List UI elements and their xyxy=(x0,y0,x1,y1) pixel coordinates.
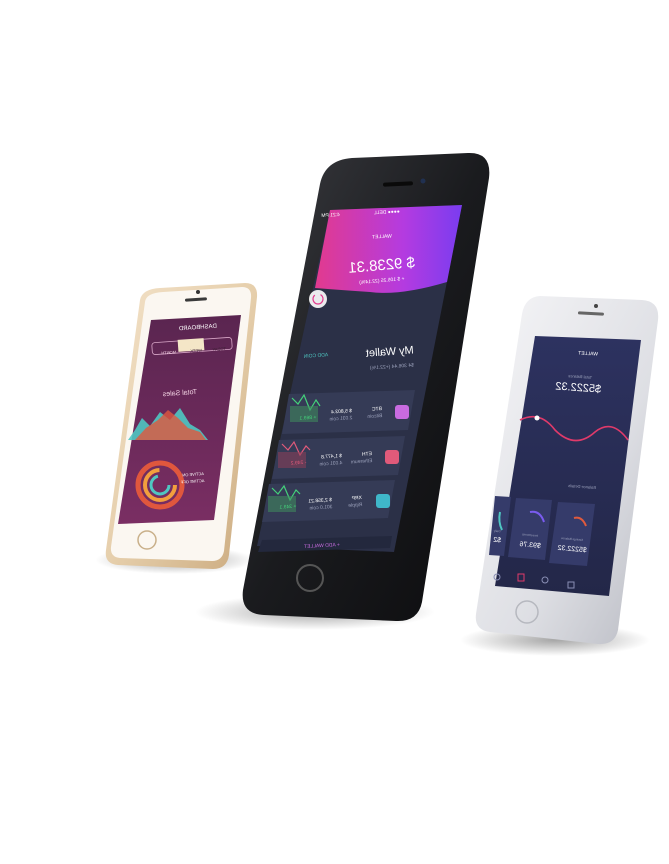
btc-change: + 869.1 xyxy=(299,415,316,422)
left-tab-week[interactable]: WEEK xyxy=(190,348,202,354)
right-header-title: WALLET xyxy=(578,350,598,357)
right-card-daily-value: $2 xyxy=(493,537,501,545)
mockup-svg: DASHBOARD Total Sales ACTIVE ON ACTIVE O… xyxy=(95,152,659,656)
xrp-name: Ripple xyxy=(348,502,363,509)
btc-name: Bitcoin xyxy=(367,413,383,420)
refresh-icon[interactable] xyxy=(309,290,327,308)
left-tab-today[interactable]: TODAY xyxy=(212,346,226,352)
center-phone: 4:21 PM ●●●● DELL 100% WALLET $ 9238.31 … xyxy=(242,152,490,622)
right-phone: WALLET Total Balance $5222.32 Balance De… xyxy=(475,296,659,645)
btc-coin-icon xyxy=(395,405,409,419)
btc-symbol: BTC xyxy=(371,406,382,413)
eth-change: - 249.2 xyxy=(290,460,306,467)
xrp-coin-icon xyxy=(376,494,390,508)
product-mockup-scene: DASHBOARD Total Sales ACTIVE ON ACTIVE O… xyxy=(0,0,669,859)
center-header-title: WALLET xyxy=(372,233,392,240)
right-card-daily-label: Daily xyxy=(493,529,500,534)
eth-symbol: ETH xyxy=(361,451,372,458)
xrp-change: + 349.1 xyxy=(279,504,296,511)
eth-coin-icon xyxy=(385,450,399,464)
status-battery: 100% xyxy=(275,215,289,222)
left-phone: DASHBOARD Total Sales ACTIVE ON ACTIVE O… xyxy=(105,283,258,569)
xrp-symbol: XRP xyxy=(351,495,362,502)
status-time: 4:21 PM xyxy=(321,212,340,219)
left-tab-month[interactable]: MONTH xyxy=(161,349,176,355)
